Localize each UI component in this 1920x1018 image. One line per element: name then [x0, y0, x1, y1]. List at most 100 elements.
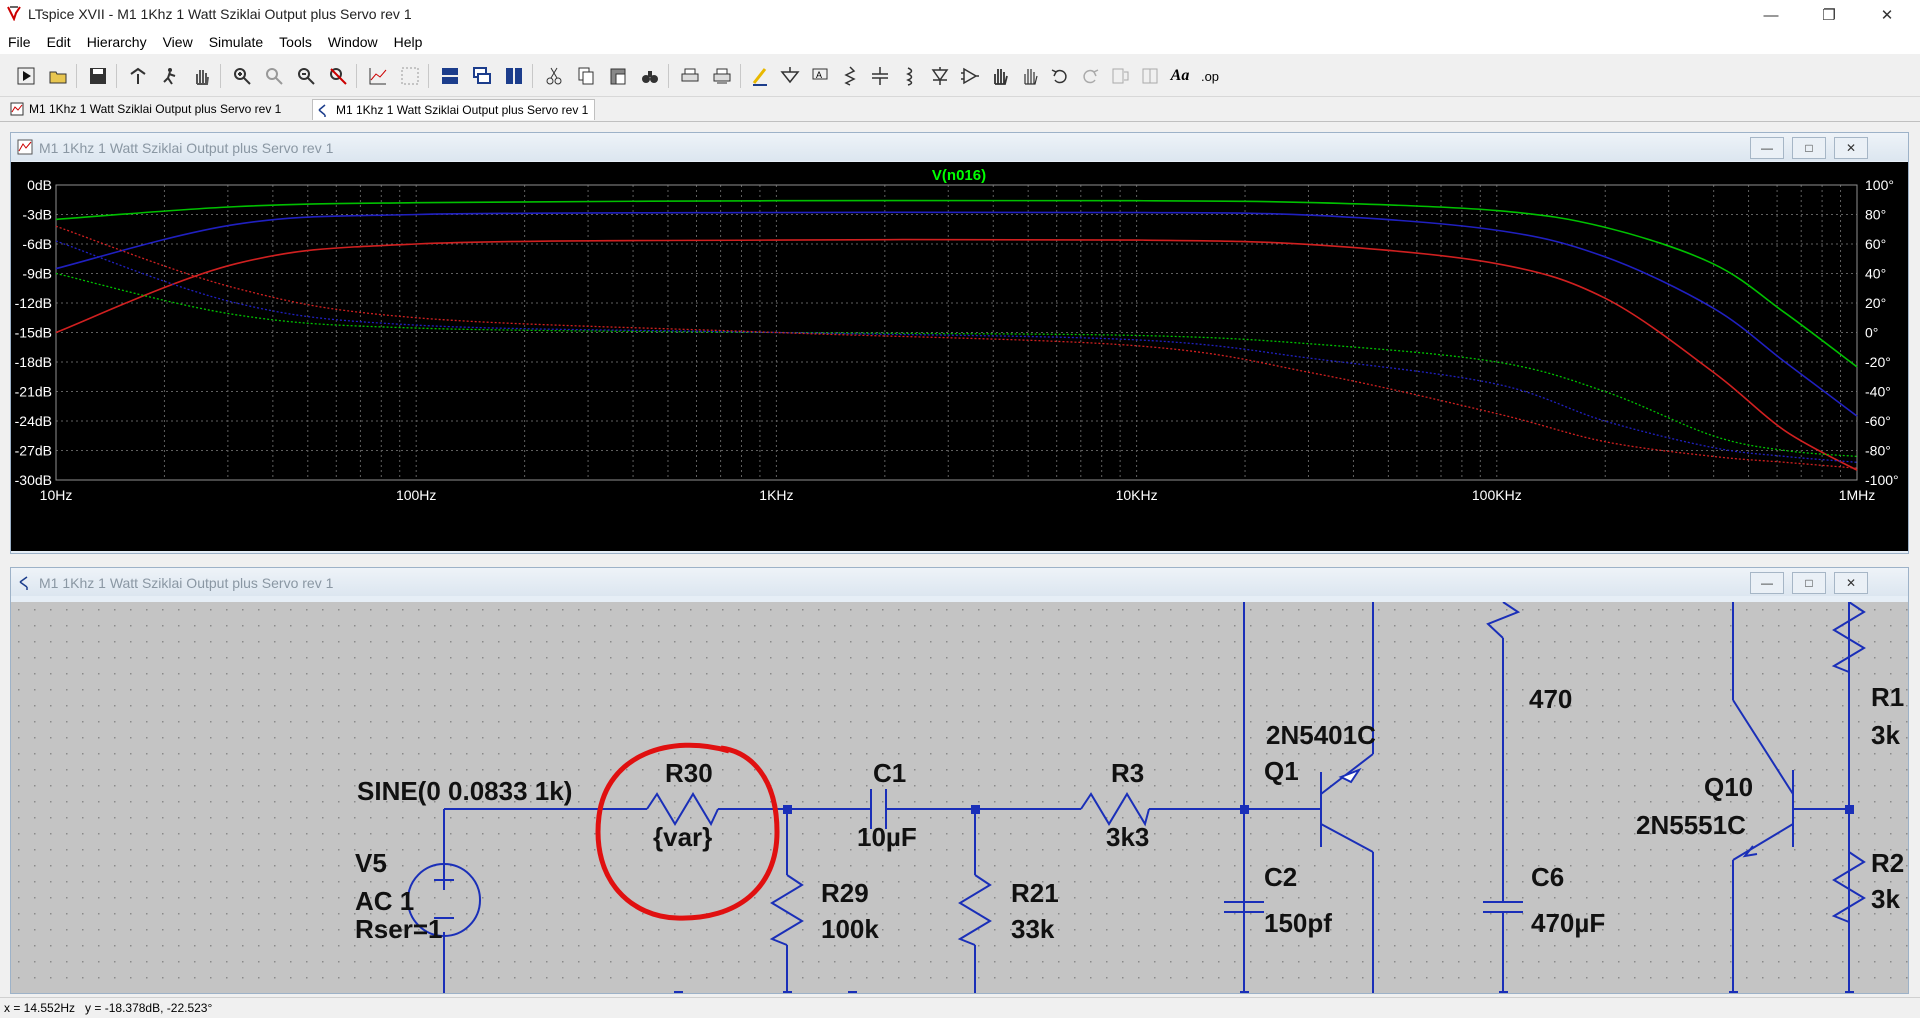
paste-button[interactable] — [606, 64, 630, 88]
r3-label[interactable]: R3 — [1111, 758, 1144, 788]
text-button[interactable]: Aa — [1168, 64, 1192, 88]
ltspice-logo-icon — [7, 6, 21, 21]
document-tabs: M1 1Khz 1 Watt Sziklai Output plus Servo… — [0, 97, 1920, 122]
open-button[interactable] — [46, 64, 70, 88]
waveform-maximize-button[interactable]: □ — [1792, 137, 1826, 159]
c6-label[interactable]: C6 — [1531, 862, 1564, 892]
menu-view[interactable]: View — [155, 34, 201, 50]
schematic-drawing: SINE(0 0.0833 1k) V5 AC 1 Rser=1 R30 {va… — [11, 602, 1908, 993]
print-setup-button[interactable] — [710, 64, 734, 88]
move-button[interactable] — [988, 64, 1012, 88]
y-right-tick-label: -100° — [1865, 472, 1899, 488]
restore-button[interactable]: ❐ — [1806, 0, 1852, 30]
waveform-close-button[interactable]: ✕ — [1834, 137, 1868, 159]
minimize-button[interactable]: — — [1748, 0, 1794, 30]
r2-value[interactable]: 3k — [1871, 884, 1900, 914]
v5-label[interactable]: V5 — [355, 848, 387, 878]
schematic-minimize-button[interactable]: — — [1750, 572, 1784, 594]
zoom-area-button[interactable] — [262, 64, 286, 88]
schematic-canvas[interactable]: SINE(0 0.0833 1k) V5 AC 1 Rser=1 R30 {va… — [11, 602, 1908, 993]
autorange-icon — [401, 67, 419, 85]
waveform-plot-pane[interactable]: 0dB 100° -3dB 80° -6dB 60° -9dB 40° -12dB 20° -15d… — [11, 162, 1908, 551]
maximize-icon: □ — [1805, 576, 1813, 590]
c2-label[interactable]: C2 — [1264, 862, 1297, 892]
tab-waveform[interactable]: M1 1Khz 1 Watt Sziklai Output plus Servo… — [6, 99, 287, 119]
y-right-tick-label: -20° — [1865, 354, 1891, 370]
inductor-icon — [906, 67, 913, 86]
autorange-button[interactable] — [398, 64, 422, 88]
r2-label[interactable]: R2 — [1871, 848, 1904, 878]
menu-help[interactable]: Help — [386, 34, 431, 50]
control-panel-button[interactable] — [126, 64, 150, 88]
q10-label[interactable]: Q10 — [1704, 772, 1753, 802]
ac-label[interactable]: AC 1 — [355, 886, 414, 916]
r1-label[interactable]: R1 — [1871, 682, 1904, 712]
plot-settings-button[interactable] — [366, 64, 390, 88]
save-icon — [90, 68, 106, 84]
menu-tools[interactable]: Tools — [271, 34, 320, 50]
diode-button[interactable] — [928, 64, 952, 88]
menu-hierarchy[interactable]: Hierarchy — [79, 34, 155, 50]
capacitor-button[interactable] — [868, 64, 892, 88]
q1-part-label[interactable]: 2N5401C — [1266, 720, 1376, 750]
r470-label[interactable]: 470 — [1529, 684, 1572, 714]
save-button[interactable] — [86, 64, 110, 88]
print-button[interactable] — [678, 64, 702, 88]
r30-value[interactable]: {var} — [653, 822, 712, 852]
c1-label[interactable]: C1 — [873, 758, 906, 788]
tile-vertical-button[interactable] — [502, 64, 526, 88]
r1-value[interactable]: 3k — [1871, 720, 1900, 750]
mirror-button[interactable] — [1138, 64, 1162, 88]
tile-horizontal-button[interactable] — [438, 64, 462, 88]
menu-file[interactable]: File — [0, 34, 39, 50]
menu-simulate[interactable]: Simulate — [201, 34, 271, 50]
tab-schematic[interactable]: M1 1Khz 1 Watt Sziklai Output plus Servo… — [312, 99, 596, 120]
run-button[interactable] — [14, 64, 38, 88]
r29-value[interactable]: 100k — [821, 914, 879, 944]
ground-button[interactable] — [778, 64, 802, 88]
redo-button[interactable] — [1078, 64, 1102, 88]
drag-button[interactable] — [1018, 64, 1042, 88]
label-net-button[interactable]: A — [808, 64, 832, 88]
zoom-out-button[interactable] — [294, 64, 318, 88]
spice-directive-button[interactable]: .op — [1198, 64, 1222, 88]
r21-label[interactable]: R21 — [1011, 878, 1059, 908]
resistor-button[interactable] — [838, 64, 862, 88]
c6-value[interactable]: 470µF — [1531, 908, 1605, 938]
find-button[interactable] — [638, 64, 662, 88]
menu-window[interactable]: Window — [320, 34, 386, 50]
copy-button[interactable] — [574, 64, 598, 88]
pan-button[interactable] — [190, 64, 214, 88]
c2-value[interactable]: 150pf — [1264, 908, 1332, 938]
c1-value[interactable]: 10µF — [857, 822, 917, 852]
waveform-minimize-button[interactable]: — — [1750, 137, 1784, 159]
schematic-close-button[interactable]: ✕ — [1834, 572, 1868, 594]
q1-label[interactable]: Q1 — [1264, 756, 1299, 786]
q10-part-label[interactable]: 2N5551C — [1636, 810, 1746, 840]
wire-button[interactable] — [748, 64, 772, 88]
cascade-button[interactable] — [470, 64, 494, 88]
r30-label[interactable]: R30 — [665, 758, 713, 788]
r3-value[interactable]: 3k3 — [1106, 822, 1149, 852]
rotate-button[interactable] — [1108, 64, 1132, 88]
trace-label[interactable]: V(n016) — [932, 167, 986, 184]
undo-button[interactable] — [1048, 64, 1072, 88]
zoom-cancel-button[interactable] — [326, 64, 350, 88]
menu-edit[interactable]: Edit — [39, 34, 79, 50]
zoom-cancel-icon — [330, 68, 347, 85]
schematic-maximize-button[interactable]: □ — [1792, 572, 1826, 594]
ground-icon — [780, 67, 800, 84]
component-button[interactable] — [958, 64, 982, 88]
pan-icon — [196, 70, 209, 85]
close-button[interactable]: ✕ — [1864, 0, 1910, 30]
zoom-in-button[interactable] — [230, 64, 254, 88]
cut-button[interactable] — [542, 64, 566, 88]
rser-label[interactable]: Rser=1 — [355, 914, 442, 944]
halt-button[interactable] — [158, 64, 182, 88]
r21-value[interactable]: 33k — [1011, 914, 1055, 944]
tile-horizontal-icon — [442, 68, 458, 84]
sine-label[interactable]: SINE(0 0.0833 1k) — [357, 776, 572, 806]
component-icon — [961, 67, 979, 85]
r29-label[interactable]: R29 — [821, 878, 869, 908]
inductor-button[interactable] — [898, 64, 922, 88]
